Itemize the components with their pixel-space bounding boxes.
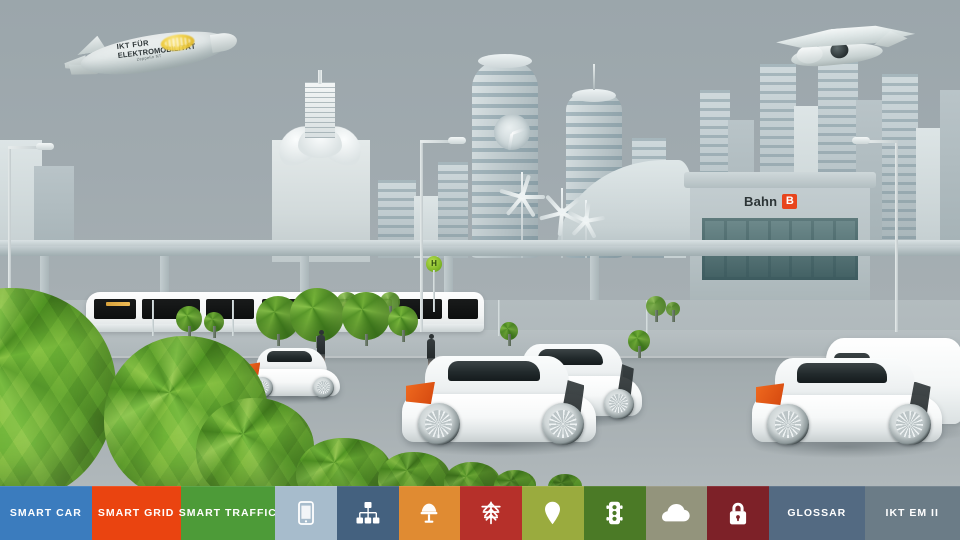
guideway-pier [590,256,599,300]
nav-smart-car-label: SMART CAR [9,506,82,519]
bottom-navigation-bar[interactable]: SMART CAR SMART GRID SMART TRAFFIC GLOSSAR I… [0,486,960,540]
car-window [266,351,313,363]
nav-traffic-light[interactable] [583,486,646,540]
tree [204,312,224,338]
nav-smart-car[interactable]: SMART CAR [0,486,92,540]
nav-ikt-em-ii-label: IKT EM II [885,506,939,519]
tower-cap [478,54,532,68]
nav-ikt-em-ii[interactable]: IKT EM II [864,486,960,540]
tower-cap [572,89,616,102]
nav-smart-traffic[interactable]: SMART TRAFFIC [178,486,277,540]
map-pin-icon [544,501,561,525]
power-pylon-icon [480,501,502,525]
smartphone-icon [298,501,314,525]
utility-pole [152,300,154,336]
nav-network[interactable] [336,486,399,540]
tree [342,292,390,346]
car-accent-panel [755,383,785,406]
lamp-post [895,140,898,332]
nav-smart-grid-label: SMART GRID [97,506,175,519]
car-window [797,363,888,383]
nav-charging-lamp[interactable] [398,486,461,540]
bahn-station: Bahn B [684,172,876,302]
nav-map-pin[interactable] [522,486,584,540]
turbine-blades [567,200,606,239]
car-accent-panel [405,381,435,405]
tree [500,322,518,346]
nav-cloud[interactable] [645,486,708,540]
bahn-sign: Bahn B [744,194,798,209]
stop-sign-mast [433,270,435,312]
nav-lock[interactable] [707,486,770,540]
building [940,90,960,240]
lamp-post [420,140,423,332]
tree [176,306,202,338]
nav-smart-grid[interactable]: SMART GRID [91,486,181,540]
nav-glossar[interactable]: GLOSSAR [769,486,865,540]
station-roof [684,172,876,188]
electric-car [752,358,942,446]
tower-spire [593,64,595,90]
utility-pole [232,300,234,336]
lock-icon [729,502,747,525]
car-wheel [603,388,634,419]
car-window [448,361,541,382]
scene-viewport: Bahn B IKT FÜR ELEKTROMOBILITÄT Zeppelin… [0,0,960,540]
cloud-icon [662,504,691,522]
car-wheel [767,403,809,446]
building-wind-turbine-disc [494,114,530,150]
elevated-guideway [0,246,960,256]
nav-smart-traffic-label: SMART TRAFFIC [178,506,277,519]
bahn-wordmark: Bahn [744,194,778,209]
bahn-logo-badge: B [782,194,798,209]
transit-stop-sign: H [426,256,442,312]
charging-lamp-icon [417,501,441,525]
lamp-head [852,137,870,144]
lamp-head [448,137,466,144]
plant-lattice-tower [305,82,335,138]
street-lamp [850,137,898,332]
lamp-head [36,143,54,150]
network-icon [356,502,380,524]
nav-glossar-label: GLOSSAR [787,506,847,519]
electric-car [402,356,596,446]
nav-power-pylon[interactable] [460,486,523,540]
foreground-tree [0,288,116,500]
tree [388,306,418,342]
tree [666,302,680,322]
plant-mast [318,70,322,84]
tree [646,296,666,322]
car-wheel [313,376,335,398]
nav-smartphone[interactable] [275,486,337,540]
traffic-light-icon [606,501,623,525]
car-wheel [888,403,931,446]
